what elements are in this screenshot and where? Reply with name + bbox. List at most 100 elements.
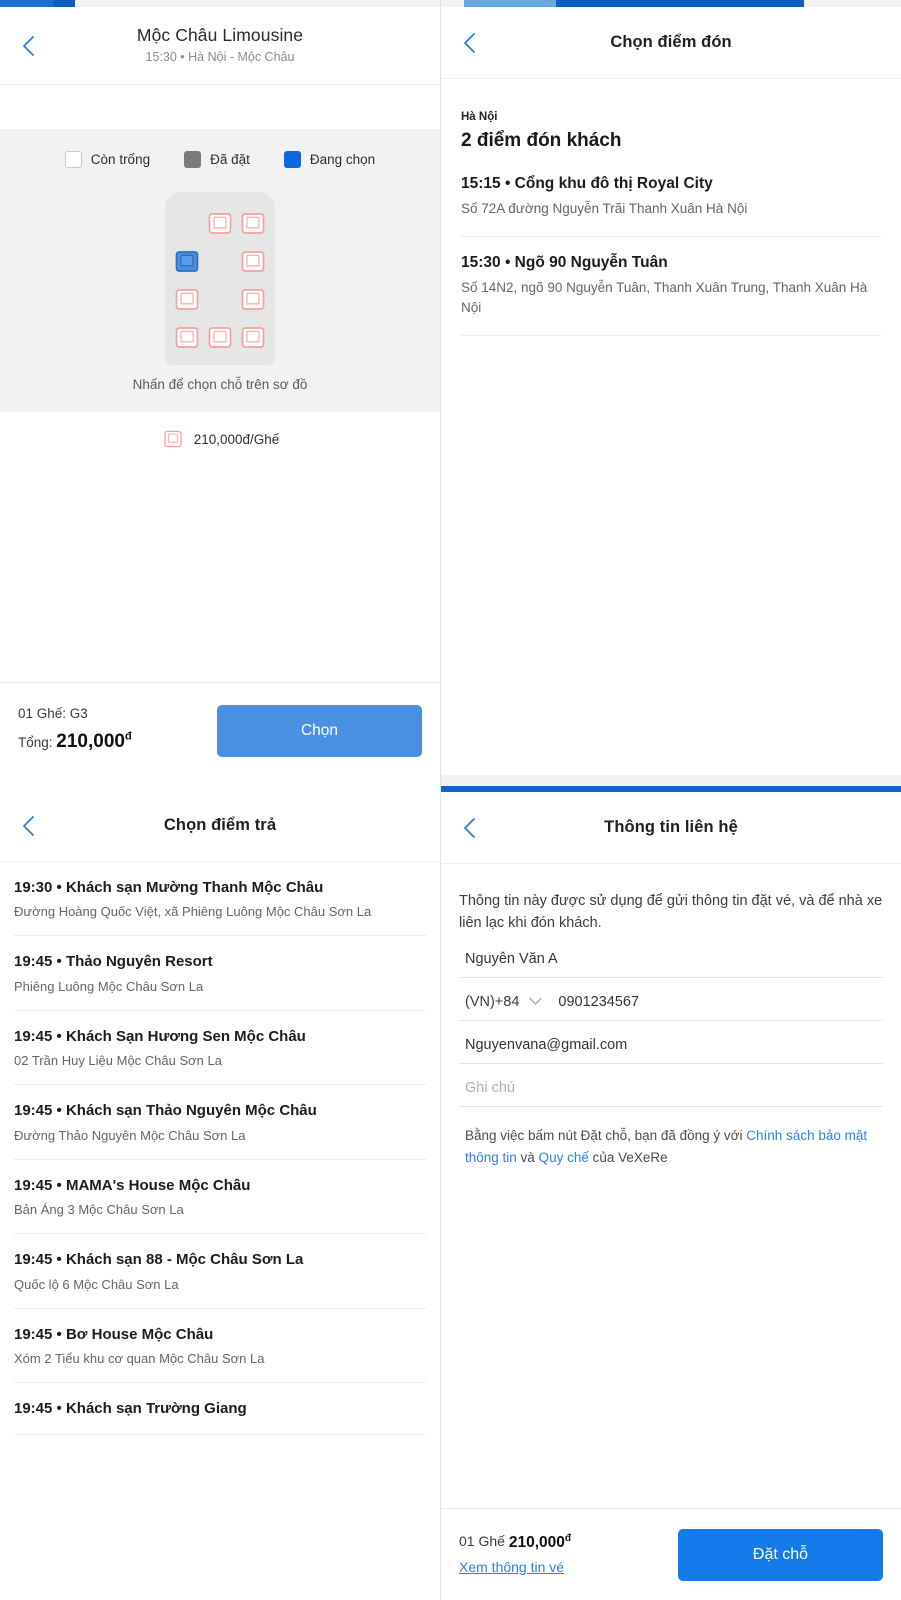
note-input[interactable] (465, 1079, 877, 1096)
country-code-select[interactable]: (VN)+84 (465, 994, 543, 1010)
seat-selected[interactable] (172, 248, 202, 275)
terms-text: Bằng việc bấm nút Đặt chỗ, bạn đã đồng ý… (459, 1107, 883, 1168)
selected-seat-summary: 01 Ghế: G3 (18, 706, 88, 722)
seat-icon-glyph (241, 327, 265, 348)
seat-empty[interactable] (172, 286, 202, 313)
legend-label-empty: Còn trống (90, 152, 151, 167)
seat-empty[interactable] (205, 210, 235, 237)
seat-legend: Còn trống Đã đặt Đang chọn (0, 129, 440, 180)
progress-segment-filled (0, 0, 53, 7)
list-item[interactable]: 15:30 • Ngõ 90 Nguyễn Tuân Số 14N2, ngõ 9… (461, 237, 881, 336)
seat-icon-glyph (175, 289, 199, 310)
seat-icon-glyph (208, 213, 232, 234)
seat-empty[interactable] (238, 248, 268, 275)
point-address: Xóm 2 Tiểu khu cơ quan Mộc Châu Sơn La (14, 1351, 265, 1367)
legend-label-selected: Đang chọn (309, 152, 376, 167)
list-item[interactable]: 19:45 • Bơ House Mộc Châu Xóm 2 Tiểu khu … (14, 1309, 426, 1384)
progress-segment-light (441, 0, 464, 7)
total-label: Tổng: (18, 735, 53, 751)
contact-note-text: Thông tin này được sử dụng để gửi thông … (459, 893, 883, 932)
bus-seat-diagram (165, 192, 275, 365)
point-title: 19:30 • Khách sạn Mường Thanh Mộc Châu (14, 879, 324, 896)
list-item[interactable]: 19:45 • Khách sạn Trường Giang (14, 1383, 426, 1435)
seat-empty[interactable] (238, 286, 268, 313)
trip-subtitle: 15:30 • Hà Nội - Mộc Châu (145, 50, 295, 65)
app-screen: Mộc Châu Limousine 15:30 • Hà Nội - Mộc … (0, 0, 901, 1600)
terms-prefix: Bằng việc bấm nút Đặt chỗ, bạn đã đồng ý… (465, 1127, 747, 1143)
point-title: 19:45 • MAMA's House Mộc Châu (14, 1176, 251, 1194)
point-title: 15:15 • Cổng khu đô thị Royal City (461, 175, 713, 192)
view-ticket-info-link[interactable]: Xem thông tin vé (459, 1559, 564, 1575)
seat-summary-block: 01 Ghế: G3 Tổng: 210,000đ (18, 704, 132, 757)
chevron-left-icon (464, 817, 475, 838)
note-field-row[interactable] (459, 1064, 883, 1107)
point-address: 02 Trần Huy Liệu Mộc Châu Sơn La (14, 1053, 222, 1069)
total-value: 210,000 (56, 731, 125, 753)
point-title: 19:45 • Bơ House Mộc Châu (14, 1325, 214, 1343)
progress-segment-track (804, 0, 901, 7)
back-button-seat[interactable] (12, 29, 46, 63)
booking-price-value: 210,000 (508, 1533, 565, 1551)
list-item[interactable]: 19:45 • Khách sạn 88 - Mộc Châu Sơn La Qu… (14, 1234, 426, 1309)
seat-empty[interactable] (238, 324, 268, 351)
book-button[interactable]: Đặt chỗ (678, 1528, 883, 1581)
progress-segment-dark (52, 0, 75, 7)
regulations-link[interactable]: Quy chế (539, 1150, 589, 1165)
point-address: Bản Áng 3 Mộc Châu Sơn La (14, 1202, 184, 1218)
pickup-appbar: Chọn điểm đón (441, 7, 901, 79)
selected-seat-swatch (283, 151, 301, 168)
back-button-dropoff[interactable] (12, 809, 46, 843)
pickup-point-list: 15:15 • Cổng khu đô thị Royal City Số 72A… (441, 158, 901, 336)
choose-button[interactable]: Chọn (217, 704, 422, 757)
point-address: Đường Thảo Nguyên Mộc Châu Sơn La (14, 1127, 246, 1143)
point-title: 19:45 • Thảo Nguyên Resort (14, 953, 213, 971)
contact-info-panel: Thông tin liên hệ Thông tin này được sử … (441, 786, 901, 1600)
legend-label-taken: Đã đặt (210, 152, 250, 167)
chevron-down-icon (529, 998, 543, 1006)
list-item[interactable]: 19:30 • Khách sạn Mường Thanh Mộc Châu Đư… (14, 862, 426, 937)
email-field-row[interactable] (459, 1021, 883, 1064)
phone-field-row[interactable]: (VN)+84 (459, 978, 883, 1021)
seat-panel-title-block: Mộc Châu Limousine 15:30 • Hà Nội - Mộc … (137, 25, 303, 66)
pickup-city-block: Hà Nội 2 điểm đón khách (441, 79, 901, 158)
name-input[interactable] (465, 950, 877, 967)
seat-empty[interactable] (238, 210, 268, 237)
point-title: 19:45 • Khách Sạn Hương Sen Mộc Châu (14, 1027, 306, 1045)
seat-icon-glyph (175, 251, 199, 272)
legend-item-selected: Đang chọn (283, 151, 376, 168)
email-input[interactable] (465, 1036, 877, 1053)
total-currency: đ (124, 731, 132, 744)
seat-empty[interactable] (205, 324, 235, 351)
booking-seat-price-row: 01 Ghế 210,000đ (459, 1532, 571, 1551)
back-button-contact[interactable] (453, 811, 487, 845)
point-title: 15:30 • Ngõ 90 Nguyễn Tuân (461, 253, 668, 271)
progress-segment-track (74, 0, 440, 7)
dropoff-selection-panel: Chọn điểm trả 19:30 • Khách sạn Mường Th… (0, 790, 440, 1600)
empty-seat-swatch (64, 151, 82, 168)
progress-segment-dark (556, 0, 805, 7)
seat-icon-glyph (241, 251, 265, 272)
trip-operator-title: Mộc Châu Limousine (136, 25, 304, 46)
list-item[interactable]: 19:45 • Thảo Nguyên Resort Phiêng Luông M… (14, 936, 426, 1011)
list-item[interactable]: 19:45 • MAMA's House Mộc Châu Bản Áng 3 M… (14, 1160, 426, 1235)
list-item[interactable]: 15:15 • Cổng khu đô thị Royal City Số 72A… (461, 158, 881, 237)
total-price-row: Tổng: 210,000đ (18, 728, 132, 757)
seat-empty[interactable] (172, 324, 202, 351)
seat-icon (161, 428, 185, 450)
pickup-selection-panel: Chọn điểm đón Hà Nội 2 điểm đón khách 15… (441, 0, 901, 775)
back-button-pickup[interactable] (453, 26, 487, 60)
booking-seat-count: 01 Ghế (459, 1533, 505, 1550)
point-address: Số 14N2, ngõ 90 Nguyễn Tuân, Thanh Xuân … (461, 279, 868, 315)
dropoff-panel-title: Chọn điểm trả (163, 816, 277, 834)
list-item[interactable]: 19:45 • Khách Sạn Hương Sen Mộc Châu 02 T… (14, 1011, 426, 1086)
phone-input[interactable] (558, 993, 877, 1010)
seat-icon-glyph (208, 327, 232, 348)
booking-price-currency: đ (564, 1532, 571, 1544)
progress-segment-mid (464, 0, 556, 7)
list-item[interactable]: 19:45 • Khách sạn Thảo Nguyên Mộc Châu Đư… (14, 1085, 426, 1160)
terms-suffix: của VeXeRe (588, 1149, 668, 1165)
chevron-left-icon (23, 35, 34, 56)
chevron-left-icon (464, 32, 475, 53)
name-field-row[interactable] (459, 935, 883, 978)
point-address: Đường Hoàng Quốc Việt, xã Phiêng Luông M… (14, 904, 372, 920)
